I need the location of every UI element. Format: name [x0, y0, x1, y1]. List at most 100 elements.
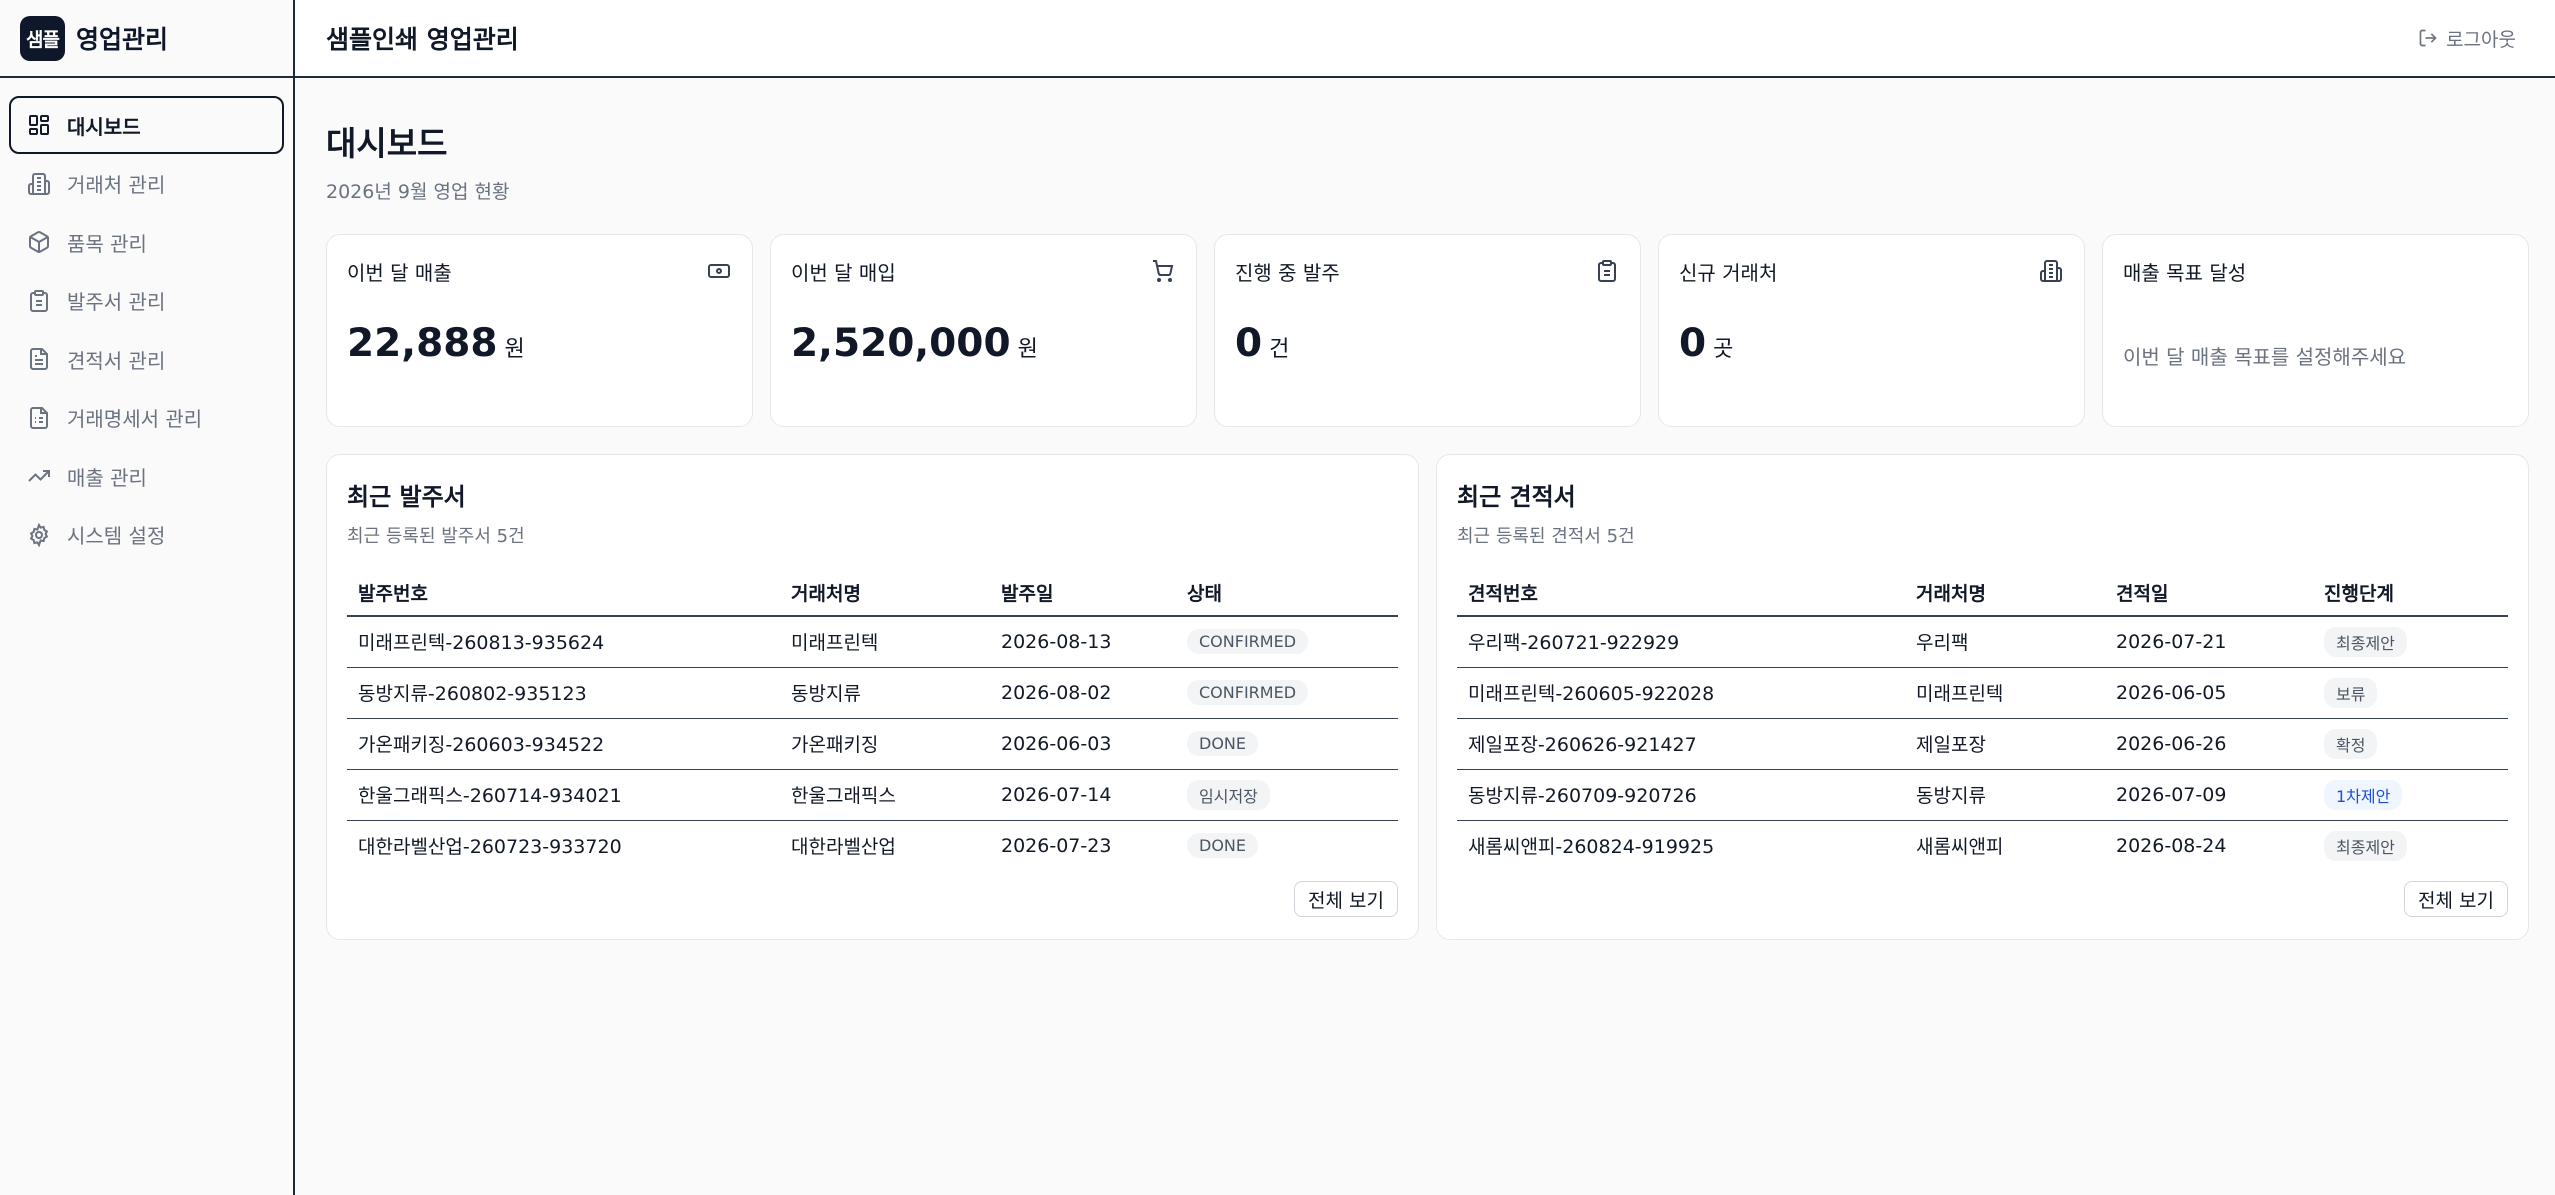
building-icon [28, 172, 50, 195]
order-date: 2026-08-13 [990, 616, 1176, 668]
stat-card-active-orders: 진행 중 발주 0 건 [1214, 234, 1641, 427]
sidebar-item-label: 매출 관리 [67, 465, 147, 490]
table-row[interactable]: 제일포장-260626-921427 제일포장 2026-06-26 확정 [1457, 718, 2508, 770]
column-header: 거래처명 [1905, 570, 2105, 617]
sidebar-item-label: 시스템 설정 [67, 524, 166, 548]
page-title: 대시보드 [326, 124, 448, 163]
stat-number: 22,888 [347, 321, 498, 366]
stat-value: 22,888 원 [347, 321, 732, 366]
quote-number: 제일포장-260626-921427 [1457, 718, 1905, 770]
quote-date: 2026-08-24 [2116, 834, 2227, 857]
client-name: 한울그래픽스 [780, 769, 990, 821]
page-subtitle: 2026년 9월 영업 현황 [326, 181, 510, 203]
status-badge: DONE [1187, 833, 1258, 859]
panel-subtitle: 최근 등록된 견적서 5건 [1457, 526, 1635, 547]
topbar: 샘플인쇄 영업관리 로그아웃 [295, 0, 2555, 78]
table-row[interactable]: 가온패키징-260603-934522 가온패키징 2026-06-03 DON… [347, 718, 1398, 770]
sidebar-item-products[interactable]: 품목 관리 [9, 213, 284, 271]
column-header: 진행단계 [2313, 570, 2508, 617]
quote-number: 동방지류-260709-920726 [1457, 769, 1905, 821]
order-number: 대한라벨산업-260723-933720 [358, 836, 622, 859]
sidebar-item-label: 견적서 관리 [67, 348, 166, 373]
client-name: 새롬씨앤피 [1916, 836, 2004, 859]
sidebar-item-label: 대시보드 [67, 114, 141, 139]
order-number: 미래프린텍-260813-935624 [347, 616, 780, 668]
stat-number: 0 [1679, 321, 1707, 366]
app-name: 영업관리 [76, 25, 169, 54]
stat-unit: 원 [1017, 337, 1038, 362]
client-name: 미래프린텍 [780, 616, 990, 668]
stage-badge: 확정 [2324, 728, 2378, 759]
stage-badge: 보류 [2324, 677, 2378, 708]
sidebar-item-orders[interactable]: 발주서 관리 [9, 272, 284, 330]
sidebar-item-settings[interactable]: 시스템 설정 [9, 506, 284, 564]
building-icon [2040, 260, 2062, 282]
table-row[interactable]: 동방지류-260709-920726 동방지류 2026-07-09 1차제안 [1457, 769, 2508, 821]
sidebar-item-label: 품목 관리 [67, 231, 147, 256]
order-number: 한울그래픽스-260714-934021 [347, 769, 780, 821]
status-badge: CONFIRMED [1187, 680, 1309, 705]
stat-label: 신규 거래처 [1679, 261, 1778, 285]
stat-unit: 원 [504, 337, 525, 362]
sidebar-item-clients[interactable]: 거래처 관리 [9, 155, 284, 213]
order-date: 2026-08-02 [990, 667, 1176, 719]
quote-number: 새롬씨앤피-260824-919925 [1468, 836, 1715, 859]
table-row[interactable]: 대한라벨산업-260723-933720 대한라벨산업 2026-07-23 D… [347, 820, 1398, 871]
table-row[interactable]: 새롬씨앤피-260824-919925 새롬씨앤피 2026-08-24 최종제… [1457, 820, 2508, 871]
column-header: 발주번호 [347, 570, 780, 617]
stat-number: 2,520,000 [791, 321, 1011, 366]
table-header-row: 견적번호 거래처명 견적일 진행단계 [1457, 570, 2508, 617]
column-header: 거래처명 [780, 570, 990, 617]
status-badge: 임시저장 [1187, 779, 1270, 810]
cart-icon [1153, 260, 1174, 282]
logout-icon [2419, 29, 2437, 47]
quote-date: 2026-06-05 [2105, 667, 2313, 719]
table-header-row: 발주번호 거래처명 발주일 상태 [347, 570, 1398, 617]
quote-number: 우리팩-260721-922929 [1457, 616, 1905, 668]
sidebar-item-statements[interactable]: 거래명세서 관리 [9, 389, 284, 447]
sidebar-nav: 대시보드 거래처 관리 품목 관리 발주서 관리 견적서 관리 거래명세서 관리 [0, 78, 293, 582]
panel-subtitle: 최근 등록된 발주서 5건 [347, 526, 525, 547]
table-row[interactable]: 미래프린텍-260605-922028 미래프린텍 2026-06-05 보류 [1457, 667, 2508, 719]
client-name: 우리팩 [1905, 616, 2105, 668]
stat-label: 진행 중 발주 [1235, 261, 1340, 285]
client-name: 동방지류 [780, 667, 990, 719]
stat-card-monthly-purchase: 이번 달 매입 2,520,000 원 [770, 234, 1197, 427]
status-badge: CONFIRMED [1187, 629, 1309, 655]
view-all-quotes-button[interactable]: 전체 보기 [2404, 881, 2508, 917]
view-all-orders-button[interactable]: 전체 보기 [1294, 881, 1398, 917]
dashboard-content: 대시보드 2026년 9월 영업 현황 이번 달 매출 22,888 원 이번 … [295, 78, 2555, 940]
stage-badge: 최종제안 [2324, 626, 2407, 657]
clipboard-icon [30, 289, 48, 312]
table-row[interactable]: 미래프린텍-260813-935624 미래프린텍 2026-08-13 CON… [347, 616, 1398, 668]
brand[interactable]: 샘플 영업관리 [0, 0, 293, 78]
client-name: 대한라벨산업 [791, 836, 896, 859]
sidebar-item-sales[interactable]: 매출 관리 [9, 447, 284, 505]
topbar-title: 샘플인쇄 영업관리 [326, 25, 519, 54]
order-date: 2026-07-23 [1001, 834, 1112, 857]
cash-icon [708, 264, 730, 278]
sidebar-item-dashboard[interactable]: 대시보드 [9, 96, 284, 154]
column-header: 견적번호 [1457, 570, 1905, 617]
stat-card-new-clients: 신규 거래처 0 곳 [1658, 234, 2085, 427]
stat-value: 0 곳 [1679, 321, 2064, 366]
table-row[interactable]: 우리팩-260721-922929 우리팩 2026-07-21 최종제안 [1457, 616, 2508, 668]
column-header: 견적일 [2105, 570, 2313, 617]
table-row[interactable]: 한울그래픽스-260714-934021 한울그래픽스 2026-07-14 임… [347, 769, 1398, 821]
receipt-icon [30, 406, 48, 429]
dashboard-icon [29, 115, 49, 135]
sidebar-item-quotes[interactable]: 견적서 관리 [9, 330, 284, 388]
stat-cards: 이번 달 매출 22,888 원 이번 달 매입 2,520,000 원 진행 … [326, 234, 2529, 427]
stage-badge: 1차제안 [2324, 779, 2403, 810]
logout-button[interactable]: 로그아웃 [2418, 25, 2516, 52]
stat-card-monthly-sales: 이번 달 매출 22,888 원 [326, 234, 753, 427]
recent-quotes-panel: 최근 견적서 최근 등록된 견적서 5건 견적번호 거래처명 견적일 진행단계 [1436, 454, 2529, 940]
document-icon [30, 348, 48, 370]
stat-value: 0 건 [1235, 321, 1620, 366]
table-row[interactable]: 동방지류-260802-935123 동방지류 2026-08-02 CONFI… [347, 667, 1398, 719]
client-name: 제일포장 [1905, 718, 2105, 770]
client-name: 동방지류 [1905, 769, 2105, 821]
box-icon [29, 231, 49, 253]
recent-panels: 최근 발주서 최근 등록된 발주서 5건 발주번호 거래처명 발주일 상태 미래… [326, 454, 2529, 940]
stat-unit: 건 [1269, 337, 1290, 362]
